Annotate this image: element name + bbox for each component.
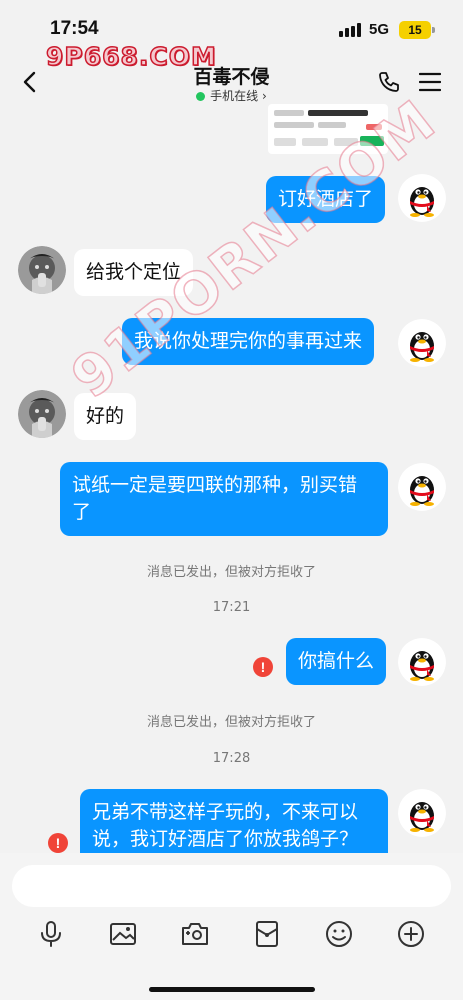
message-bubble-outgoing[interactable]: 我说你处理完你的事再过来: [122, 318, 375, 365]
network-type: 5G: [369, 21, 390, 38]
message-line: 兄弟不带这样子玩的，不来可以: [92, 801, 359, 823]
online-status-text: 手机在线: [210, 89, 259, 103]
send-failed-icon[interactable]: !: [48, 833, 68, 853]
message-bubble-outgoing[interactable]: 兄弟不带这样子玩的，不来可以 说，我订好酒店了你放我鸽子？: [80, 789, 388, 863]
send-failed-icon[interactable]: !: [253, 657, 273, 677]
message-line: 说，我订好酒店了你放我鸽子？: [92, 828, 359, 850]
menu-icon[interactable]: [419, 72, 441, 92]
emoji-icon[interactable]: [324, 919, 354, 949]
friend-avatar[interactable]: [18, 246, 66, 294]
message-bubble-incoming[interactable]: 好的: [74, 393, 137, 440]
home-indicator: [149, 987, 315, 992]
shared-card-preview[interactable]: [268, 104, 388, 154]
chevron-right-icon: ›: [262, 89, 267, 103]
signal-icon: [339, 23, 361, 37]
status-time: 17:54: [50, 18, 99, 39]
self-avatar[interactable]: [398, 638, 446, 686]
phone-call-icon[interactable]: [377, 70, 401, 94]
timestamp: 17:21: [212, 600, 251, 615]
message-input[interactable]: [12, 865, 451, 907]
microphone-icon[interactable]: [36, 919, 66, 949]
message-bubble-incoming[interactable]: 给我个定位: [74, 249, 194, 296]
message-bubble-outgoing[interactable]: 你搞什么: [286, 638, 387, 685]
self-avatar[interactable]: [398, 319, 446, 367]
plus-icon[interactable]: [396, 919, 426, 949]
message-bubble-outgoing[interactable]: 订好酒店了: [266, 176, 386, 223]
red-packet-icon[interactable]: [252, 919, 282, 949]
message-line: 了: [72, 501, 92, 523]
camera-icon[interactable]: [180, 919, 210, 949]
self-avatar[interactable]: [398, 789, 446, 837]
self-avatar[interactable]: [398, 463, 446, 511]
self-avatar[interactable]: [398, 174, 446, 222]
image-icon[interactable]: [108, 919, 138, 949]
message-line: 试纸一定是要四联的那种，别买错: [72, 474, 358, 496]
battery-icon: 15: [399, 21, 435, 39]
system-notice: 消息已发出，但被对方拒收了: [146, 565, 316, 580]
timestamp: 17:28: [212, 751, 251, 766]
friend-avatar[interactable]: [18, 390, 66, 438]
online-dot-icon: [196, 92, 206, 101]
input-area: [0, 853, 463, 1000]
message-bubble-outgoing[interactable]: 试纸一定是要四联的那种，别买错 了: [60, 462, 388, 536]
system-notice: 消息已发出，但被对方拒收了: [146, 715, 316, 730]
